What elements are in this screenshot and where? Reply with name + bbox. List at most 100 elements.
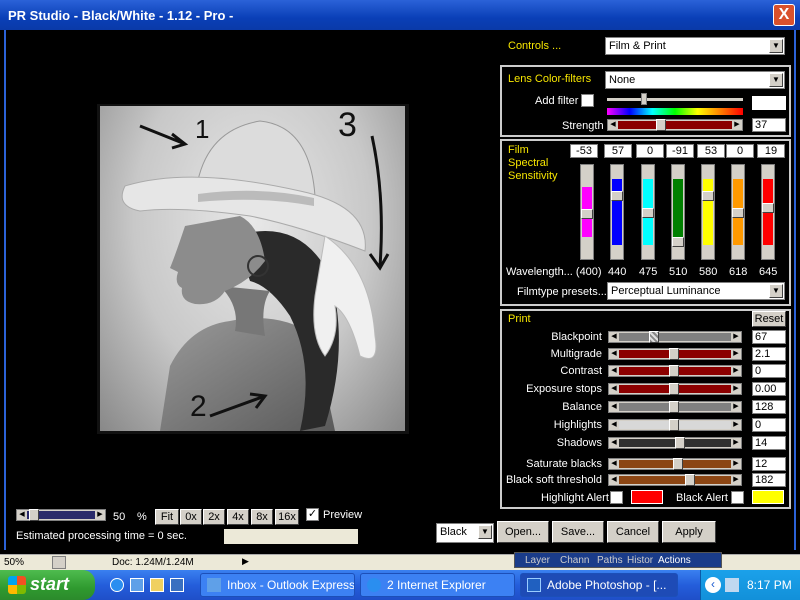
zoom-16x-button[interactable]: 16x [275,509,299,525]
zoom-2x-button[interactable]: 2x [203,509,225,525]
highlights-value[interactable]: 0 [752,418,786,432]
highlights-slider[interactable]: ◀ ▶ [608,419,742,431]
chevron-left-icon[interactable]: ‹ [705,577,721,593]
blackpoint-slider[interactable]: ◀ ▶ [608,331,742,343]
play-icon[interactable]: ▶ [242,556,249,567]
arrow-left-icon[interactable]: ◀ [609,332,619,342]
tab-channels[interactable]: Chann [560,555,589,566]
film-value-3[interactable]: -91 [666,144,694,158]
black-soft-threshold-value[interactable]: 182 [752,473,786,487]
film-thumb-orange[interactable] [732,208,744,218]
contrast-thumb[interactable] [669,365,679,377]
zoom-thumb[interactable] [29,509,39,521]
shadows-value[interactable]: 14 [752,436,786,450]
film-value-5[interactable]: 0 [726,144,754,158]
balance-thumb[interactable] [669,401,679,413]
tab-actions[interactable]: Actions [658,555,691,566]
arrow-right-icon[interactable]: ▶ [731,475,741,485]
strength-value[interactable]: 37 [752,118,786,132]
film-slider-yellow[interactable] [701,164,715,260]
strength-slider[interactable]: ◀ ▶ [607,119,743,131]
film-thumb-green[interactable] [672,237,684,247]
cancel-button[interactable]: Cancel [607,521,659,543]
chevron-down-icon[interactable]: ▼ [769,39,783,53]
film-slider-green[interactable] [671,164,685,260]
preview-checkbox[interactable]: ✓ [306,508,319,521]
task-photoshop[interactable]: Adobe Photoshop - [... [520,573,678,597]
photoshop-zoom[interactable]: 50% [4,557,24,568]
controls-select[interactable]: Film & Print ▼ [605,37,785,55]
highlight-alert-color-swatch[interactable] [631,490,663,504]
blackpoint-value[interactable]: 67 [752,330,786,344]
strength-thumb[interactable] [656,119,666,131]
saturate-blacks-value[interactable]: 12 [752,457,786,471]
black-alert-color-swatch[interactable] [752,490,784,504]
reset-button[interactable]: Reset [752,311,786,327]
film-value-0[interactable]: -53 [570,144,598,158]
arrow-left-icon[interactable]: ◀ [609,349,619,359]
arrow-right-icon[interactable]: ▶ [732,120,742,130]
film-value-1[interactable]: 57 [604,144,632,158]
arrow-right-icon[interactable]: ▶ [95,510,105,520]
hue-slider-thumb[interactable] [641,93,647,105]
arrow-right-icon[interactable]: ▶ [731,384,741,394]
arrow-right-icon[interactable]: ▶ [731,402,741,412]
apply-button[interactable]: Apply [662,521,716,543]
arrow-right-icon[interactable]: ▶ [731,332,741,342]
arrow-right-icon[interactable]: ▶ [731,420,741,430]
highlights-thumb[interactable] [669,419,679,431]
film-thumb-violet[interactable] [581,209,593,219]
film-thumb-red[interactable] [762,203,774,213]
highlight-alert-checkbox[interactable] [610,491,623,504]
tab-paths[interactable]: Paths [597,555,623,566]
arrow-right-icon[interactable]: ▶ [731,459,741,469]
film-slider-red[interactable] [761,164,775,260]
zoom-8x-button[interactable]: 8x [251,509,273,525]
film-thumb-yellow[interactable] [702,191,714,201]
show-desktop-icon[interactable] [130,578,144,592]
film-thumb-blue[interactable] [611,191,623,201]
close-button[interactable]: X [773,4,795,26]
balance-value[interactable]: 128 [752,400,786,414]
shadows-thumb[interactable] [675,437,685,449]
saturate-blacks-thumb[interactable] [673,458,683,470]
blackpoint-thumb[interactable] [649,331,659,343]
film-slider-violet[interactable] [580,164,594,260]
chevron-down-icon[interactable]: ▼ [769,284,783,298]
chevron-down-icon[interactable]: ▼ [769,73,783,87]
media-player-icon[interactable] [150,578,164,592]
filmtype-presets-select[interactable]: Perceptual Luminance ▼ [607,282,785,300]
open-button[interactable]: Open... [497,521,549,543]
multigrade-slider[interactable]: ◀ ▶ [608,348,742,360]
outlook-icon[interactable] [170,578,184,592]
film-value-2[interactable]: 0 [636,144,664,158]
exposure-stops-value[interactable]: 0.00 [752,382,786,396]
film-slider-blue[interactable] [610,164,624,260]
tab-history[interactable]: Histor [627,555,653,566]
black-soft-threshold-thumb[interactable] [685,474,695,486]
task-internet-explorer[interactable]: 2 Internet Explorer [360,573,515,597]
black-soft-threshold-slider[interactable]: ◀ ▶ [608,474,742,486]
arrow-right-icon[interactable]: ▶ [731,438,741,448]
saturate-blacks-slider[interactable]: ◀ ▶ [608,458,742,470]
film-value-6[interactable]: 19 [757,144,785,158]
clock[interactable]: 8:17 PM [747,578,792,592]
balance-slider[interactable]: ◀ ▶ [608,401,742,413]
mode-select[interactable]: Black ▼ [436,523,494,543]
shadows-slider[interactable]: ◀ ▶ [608,437,742,449]
start-button[interactable]: start [0,570,95,600]
zoom-4x-button[interactable]: 4x [227,509,249,525]
info-icon[interactable] [52,556,66,569]
zoom-fit-button[interactable]: Fit [155,509,179,525]
add-filter-checkbox[interactable] [581,94,594,107]
black-alert-checkbox[interactable] [731,491,744,504]
contrast-slider[interactable]: ◀ ▶ [608,365,742,377]
arrow-left-icon[interactable]: ◀ [17,510,27,520]
exposure-stops-slider[interactable]: ◀ ▶ [608,383,742,395]
film-thumb-cyan[interactable] [642,208,654,218]
zoom-0x-button[interactable]: 0x [180,509,202,525]
tab-layer[interactable]: Layer [525,555,550,566]
film-slider-orange[interactable] [731,164,745,260]
arrow-left-icon[interactable]: ◀ [609,475,619,485]
exposure-stops-thumb[interactable] [669,383,679,395]
